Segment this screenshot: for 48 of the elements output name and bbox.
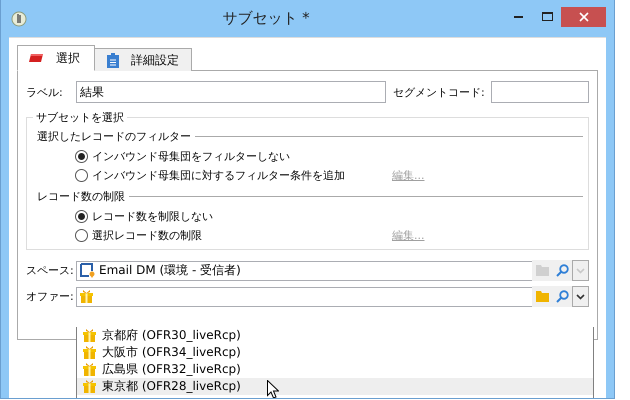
minimize-icon bbox=[514, 15, 524, 19]
field-label: セグメントコード: bbox=[393, 84, 485, 100]
section-title: 選択したレコードのフィルター bbox=[37, 128, 191, 144]
dropdown-button[interactable] bbox=[572, 286, 589, 307]
radio-option[interactable]: レコード数を制限しない bbox=[75, 209, 392, 224]
gift-icon bbox=[83, 380, 96, 394]
radio-button[interactable] bbox=[75, 150, 88, 163]
clipboard-icon bbox=[107, 52, 119, 68]
field-label: スペース: bbox=[26, 263, 75, 278]
search-button[interactable] bbox=[552, 260, 572, 281]
close-icon bbox=[578, 12, 588, 22]
gift-icon bbox=[83, 362, 96, 376]
lookup-field[interactable] bbox=[76, 286, 532, 306]
input-field[interactable]: 結果 bbox=[76, 81, 386, 103]
folder-icon bbox=[536, 265, 548, 276]
radio-button[interactable] bbox=[75, 169, 88, 182]
folder-icon bbox=[536, 291, 548, 302]
search-icon bbox=[556, 264, 568, 277]
window-title: サブセット * bbox=[221, 9, 311, 28]
field-label: ラベル: bbox=[26, 84, 64, 100]
section-title: レコード数の制限 bbox=[37, 188, 125, 204]
eraser-icon bbox=[28, 53, 44, 63]
tab[interactable]: 詳細設定 bbox=[95, 48, 192, 71]
search-button[interactable] bbox=[552, 286, 572, 307]
radio-option[interactable]: インバウンド母集団をフィルターしない bbox=[75, 149, 392, 164]
lookup-field[interactable]: Email DM (環境 - 受信者) bbox=[76, 260, 532, 280]
close-button[interactable] bbox=[561, 7, 606, 27]
dropdown-item[interactable]: 京都府 (OFR30_liveRcp) bbox=[77, 327, 593, 344]
maximize-icon bbox=[542, 12, 552, 22]
gift-icon bbox=[83, 346, 96, 360]
input-field[interactable] bbox=[490, 81, 589, 103]
chevron-down-icon bbox=[576, 268, 585, 274]
radio-option[interactable]: インバウンド母集団に対するフィルター条件を追加 bbox=[75, 168, 392, 183]
radio-option[interactable]: 選択レコード数の制限 bbox=[75, 228, 392, 243]
radio-button[interactable] bbox=[75, 210, 88, 223]
dropdown-item[interactable]: 東京都 (OFR28_liveRcp) bbox=[77, 378, 593, 395]
search-icon bbox=[556, 290, 568, 303]
field-label: オファー: bbox=[26, 289, 75, 304]
gift-icon bbox=[83, 328, 96, 342]
dropdown-item[interactable]: 広島県 (OFR32_liveRcp) bbox=[77, 361, 593, 378]
app-icon bbox=[11, 10, 27, 26]
space-icon bbox=[80, 263, 95, 278]
gift-icon bbox=[80, 290, 93, 304]
group-title: サブセットを選択 bbox=[35, 110, 125, 125]
radio-button[interactable] bbox=[75, 229, 88, 242]
tab[interactable]: 選択 bbox=[17, 45, 95, 71]
dropdown-item[interactable]: 大阪市 (OFR34_liveRcp) bbox=[77, 344, 593, 361]
chevron-down-icon bbox=[576, 294, 585, 300]
